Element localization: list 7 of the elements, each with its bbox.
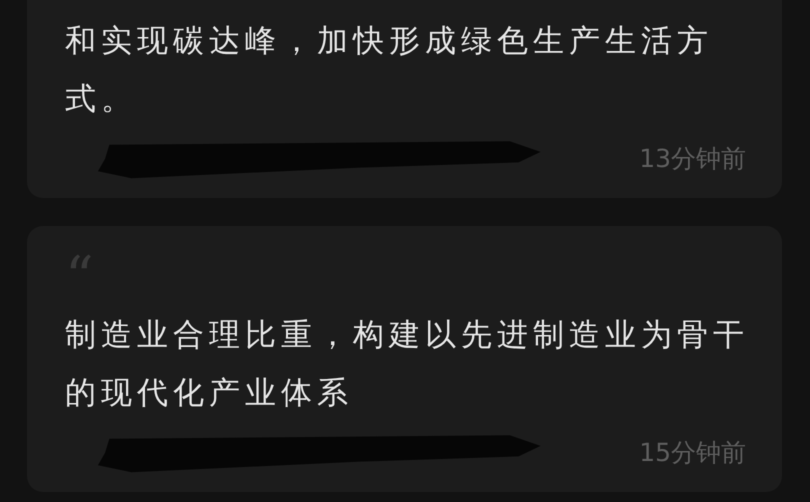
post-time: 13分钟前 bbox=[639, 142, 746, 174]
quote-mark: “ bbox=[65, 256, 95, 292]
post-time: 15分钟前 bbox=[639, 436, 746, 468]
post-text: 制造业合理比重，构建以先进制造业为骨干的现代化产业体系 bbox=[65, 316, 750, 413]
post-card[interactable]: 和实现碳达峰，加快形成绿色生产生活方式。 13分钟前 bbox=[27, 0, 782, 198]
post-card[interactable]: “ 制造业合理比重，构建以先进制造业为骨干的现代化产业体系 15分钟前 bbox=[27, 226, 782, 492]
post-text: 和实现碳达峰，加快形成绿色生产生活方式。 bbox=[65, 22, 714, 119]
